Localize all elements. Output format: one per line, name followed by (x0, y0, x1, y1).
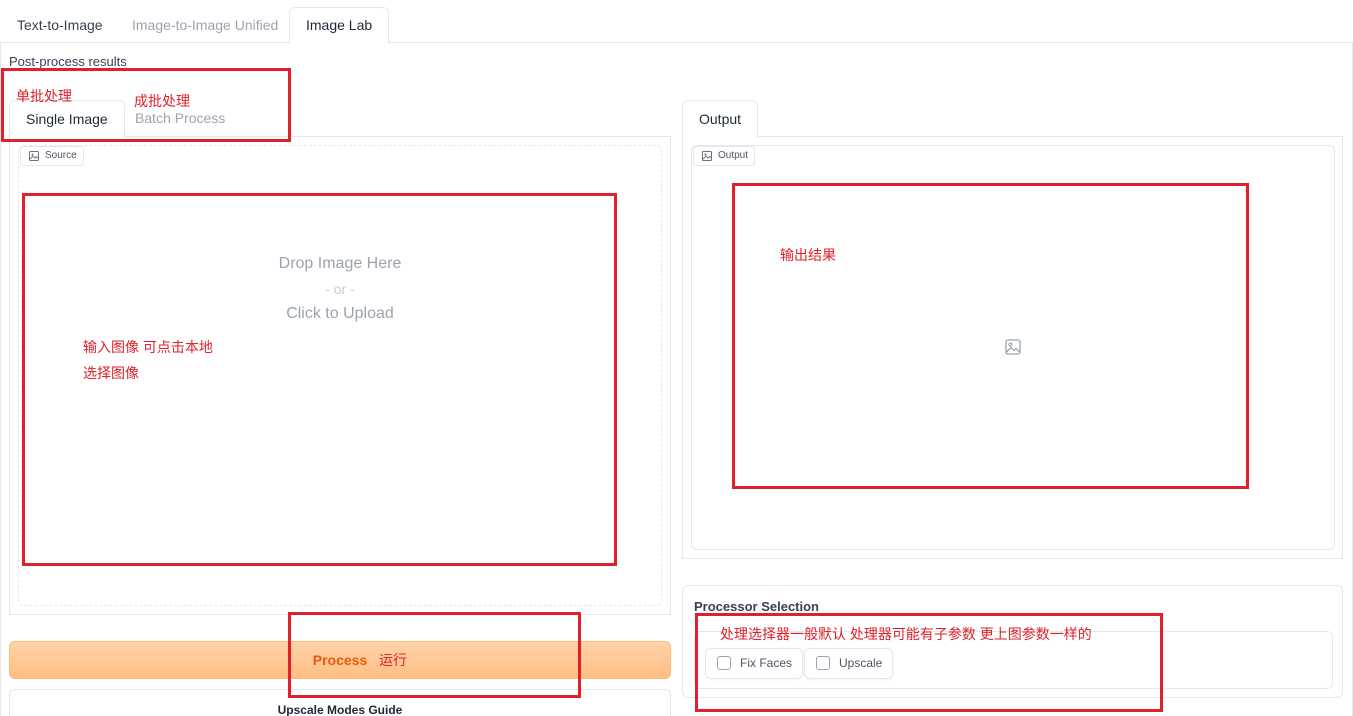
upscale-guide-title[interactable]: Upscale Modes Guide (9, 703, 671, 716)
tab-image-lab[interactable]: Image Lab (289, 7, 390, 44)
process-button-label: Process (312, 652, 368, 668)
output-tab-bar: Output (682, 100, 1343, 138)
drop-or-text: - or - (325, 281, 355, 297)
output-label: Output (693, 146, 756, 166)
fix-faces-label: Fix Faces (740, 656, 793, 670)
output-label-text: Output (718, 150, 749, 161)
checkbox-box[interactable] (816, 656, 830, 670)
image-icon (702, 151, 712, 161)
source-label: Source (20, 146, 84, 166)
upscale-checkbox[interactable]: Upscale (804, 648, 894, 679)
annotation-batch: 成批处理 (134, 93, 190, 109)
annotation-processor: 处理选择器一般默认 处理器可能有子参数 更上图参数一样的 (720, 626, 1092, 642)
upscale-label: Upscale (839, 656, 883, 670)
annotation-single: 单批处理 (16, 88, 72, 104)
top-tab-bar: Text-to-Image Image-to-Image Unified Ima… (0, 0, 1353, 44)
sub-tab-bar: Single Image Batch Process (9, 100, 671, 138)
drop-image-text: Drop Image Here (278, 255, 402, 272)
checkbox-box[interactable] (717, 656, 731, 670)
click-to-upload-text[interactable]: Click to Upload (18, 305, 662, 323)
fix-faces-checkbox[interactable]: Fix Faces (705, 648, 804, 679)
tab-image-to-image-unified[interactable]: Image-to-Image Unified (115, 7, 295, 43)
tab-output[interactable]: Output (682, 100, 759, 138)
image-icon (29, 151, 39, 161)
annotation-output: 输出结果 (780, 247, 836, 263)
section-title: Post-process results (9, 54, 127, 69)
source-label-text: Source (45, 150, 77, 161)
annotation-run: 运行 (379, 652, 407, 668)
annotation-input-line1: 输入图像 可点击本地 (83, 339, 213, 355)
process-button[interactable]: Process (9, 641, 671, 679)
tab-text-to-image[interactable]: Text-to-Image (0, 7, 120, 43)
image-placeholder-icon (1005, 339, 1021, 355)
annotation-input-line2: 选择图像 (83, 365, 139, 381)
processor-selection-title: Processor Selection (694, 599, 819, 614)
